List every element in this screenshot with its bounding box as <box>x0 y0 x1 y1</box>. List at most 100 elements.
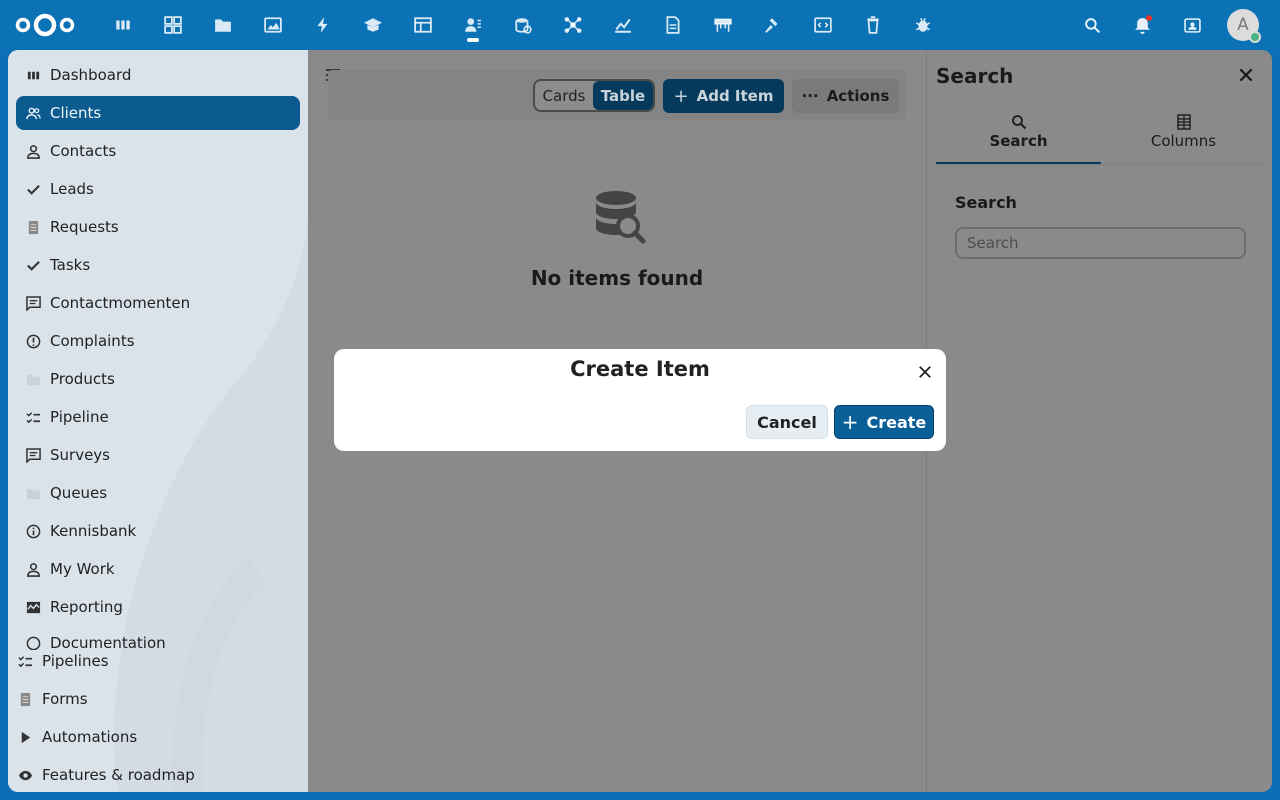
sidebar-item-label: Reporting <box>50 598 123 616</box>
actions-button[interactable]: ··· Actions <box>792 79 899 113</box>
bug-icon[interactable] <box>911 13 935 37</box>
notification-dot <box>1146 15 1152 21</box>
sidebar-item-surveys[interactable]: Surveys <box>16 438 300 472</box>
empty-state-title: No items found <box>530 266 704 290</box>
sidebar-item-tasks[interactable]: Tasks <box>16 248 300 282</box>
top-header: A <box>0 0 1280 50</box>
database-search-icon <box>596 191 646 244</box>
document-icon[interactable] <box>661 13 685 37</box>
person-icon <box>16 144 50 159</box>
dashboard-icon[interactable] <box>111 13 135 37</box>
sidebar-item-label: Pipeline <box>50 408 109 426</box>
tab-search[interactable]: Search <box>936 110 1101 165</box>
online-status-icon <box>1249 31 1261 43</box>
sidebar-item-forms[interactable]: Forms <box>8 682 308 716</box>
check-icon <box>16 182 50 197</box>
view-cards-button[interactable]: Cards <box>535 81 593 110</box>
sidebar-item-label: Surveys <box>50 446 110 464</box>
search-icon[interactable] <box>1080 13 1104 37</box>
add-item-button[interactable]: + Add Item <box>663 79 784 113</box>
nextcloud-logo[interactable] <box>14 12 76 38</box>
close-icon[interactable] <box>914 361 936 383</box>
person-icon <box>16 562 50 577</box>
sidebar-item-kennisbank[interactable]: Kennisbank <box>16 514 300 548</box>
file-icon <box>16 220 50 235</box>
photos-icon[interactable] <box>261 13 285 37</box>
info-icon <box>16 524 50 539</box>
sidebar-item-complaints[interactable]: Complaints <box>16 324 300 358</box>
contacts-icon[interactable] <box>461 13 485 37</box>
tables-icon[interactable] <box>411 13 435 37</box>
hammer-icon[interactable] <box>761 13 785 37</box>
search-side-panel: Search Search Columns Search <box>926 50 1272 792</box>
view-table-button[interactable]: Table <box>593 81 653 110</box>
tab-columns[interactable]: Columns <box>1101 110 1266 165</box>
database-icon[interactable] <box>511 13 535 37</box>
checklist-icon <box>16 410 50 425</box>
sidebar-item-label: Clients <box>50 104 102 122</box>
sidebar-item-products[interactable]: Products <box>16 362 300 396</box>
close-icon[interactable] <box>1237 66 1255 84</box>
search-input[interactable] <box>955 227 1246 259</box>
dialog-title: Create Item <box>570 357 710 381</box>
learn-icon[interactable] <box>361 13 385 37</box>
cancel-button[interactable]: Cancel <box>746 405 828 439</box>
sidebar-item-label: Queues <box>50 484 108 502</box>
network-icon[interactable] <box>561 13 585 37</box>
sidebar-item-leads[interactable]: Leads <box>16 172 300 206</box>
code-icon[interactable] <box>811 13 835 37</box>
apps-icon[interactable] <box>161 13 185 37</box>
sidebar-item-clients[interactable]: Clients <box>16 96 300 130</box>
chart-icon <box>16 600 50 615</box>
folder-icon <box>16 372 50 387</box>
folder-icon <box>16 486 50 501</box>
files-icon[interactable] <box>211 13 235 37</box>
columns-icon <box>1176 114 1191 130</box>
sidebar-item-requests[interactable]: Requests <box>16 210 300 244</box>
sidebar-item-label: Contacts <box>50 142 117 160</box>
sidebar-item-reporting[interactable]: Reporting <box>16 590 300 624</box>
sidebar-item-label: Products <box>50 370 115 388</box>
sidebar-item-pipeline[interactable]: Pipeline <box>16 400 300 434</box>
contacts-menu-icon[interactable] <box>1180 13 1204 37</box>
sidebar-item-pipelines[interactable]: Pipelines <box>8 644 308 678</box>
sidebar-item-label: Pipelines <box>42 652 109 670</box>
alert-icon <box>16 334 50 349</box>
sidebar-item-automations[interactable]: Automations <box>8 720 308 754</box>
file-icon <box>8 692 42 707</box>
clients-icon <box>16 106 50 121</box>
activity-icon[interactable] <box>311 13 335 37</box>
side-panel-title: Search <box>936 64 1014 88</box>
plus-icon: + <box>673 85 689 107</box>
sidebar-item-contacts[interactable]: Contacts <box>16 134 300 168</box>
deck-icon[interactable] <box>711 13 735 37</box>
sidebar-item-label: Kennisbank <box>50 522 137 540</box>
plus-icon: + <box>841 410 859 434</box>
sidebar-navigation: Dashboard Clients Contacts Leads Request… <box>8 50 308 792</box>
sidebar-item-label: Dashboard <box>50 66 132 84</box>
dashboard-icon <box>16 68 50 83</box>
sidebar-item-label: My Work <box>50 560 115 578</box>
sidebar-item-label: Automations <box>42 728 138 746</box>
eye-icon <box>8 768 42 783</box>
create-label: Create <box>866 412 927 432</box>
sidebar-item-contactmomenten[interactable]: Contactmomenten <box>16 286 300 320</box>
sidebar-item-label: Complaints <box>50 332 135 350</box>
create-button[interactable]: + Create <box>834 405 934 439</box>
chat-icon <box>16 447 50 463</box>
sidebar-item-features-roadmap[interactable]: Features & roadmap <box>8 758 308 792</box>
sidebar-item-label: Forms <box>42 690 88 708</box>
analytics-icon[interactable] <box>611 13 635 37</box>
checklist-icon <box>8 654 42 669</box>
sidebar-item-dashboard[interactable]: Dashboard <box>16 58 300 92</box>
avatar-letter: A <box>1237 15 1249 35</box>
play-icon <box>8 730 42 745</box>
actions-label: Actions <box>826 87 890 105</box>
trash-icon[interactable] <box>861 13 885 37</box>
sidebar-item-queues[interactable]: Queues <box>16 476 300 510</box>
sidebar-item-my-work[interactable]: My Work <box>16 552 300 586</box>
add-item-label: Add Item <box>696 87 774 105</box>
active-app-indicator <box>467 38 479 42</box>
avatar[interactable]: A <box>1227 9 1261 43</box>
bell-icon[interactable] <box>1130 13 1154 37</box>
